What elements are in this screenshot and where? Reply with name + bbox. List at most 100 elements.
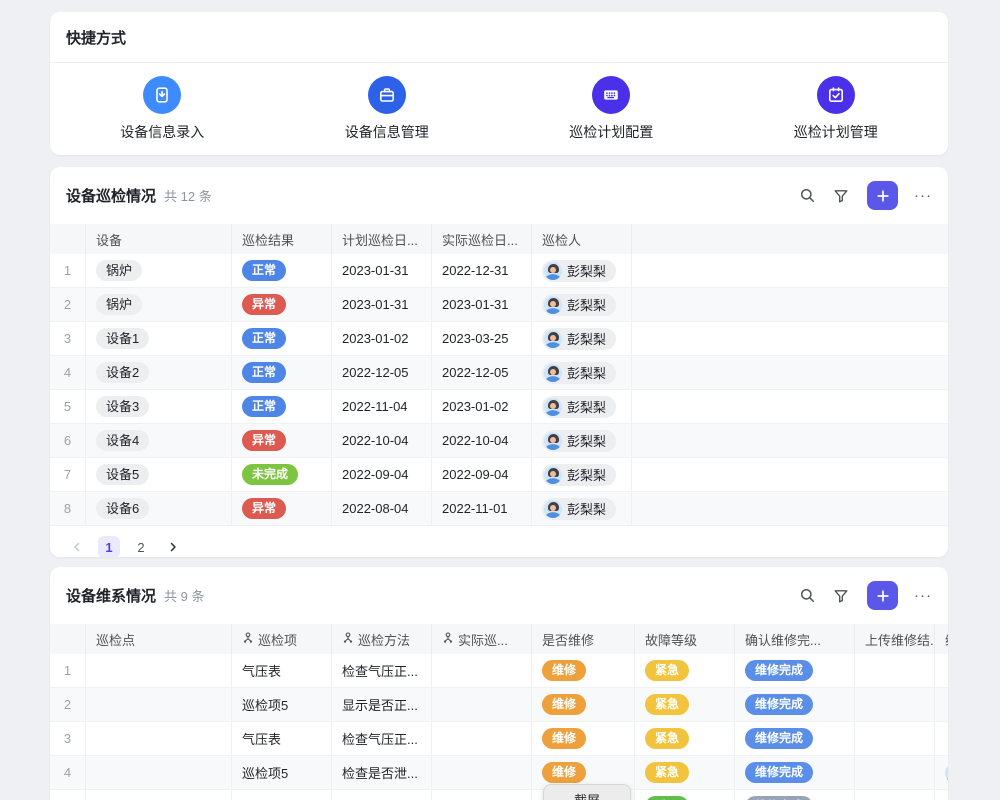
actual-date-cell[interactable]: 2023-01-02 bbox=[432, 390, 532, 423]
table-row[interactable]: 4设备2正常2022-12-052022-12-05彭梨梨 bbox=[50, 356, 948, 390]
prev-page-icon[interactable] bbox=[66, 536, 88, 557]
result-cell[interactable]: 异常 bbox=[232, 424, 332, 457]
page-button-1[interactable]: 1 bbox=[98, 536, 120, 557]
device-cell[interactable]: 锅炉 bbox=[86, 288, 232, 321]
upload-cell[interactable] bbox=[855, 756, 935, 789]
more-icon[interactable]: ··· bbox=[914, 186, 932, 206]
planned-date-cell[interactable]: 2022-08-04 bbox=[332, 492, 432, 525]
table-row[interactable]: 5巡检项5显示是否正...维修重要维修完成 bbox=[50, 790, 948, 800]
device-cell[interactable]: 设备1 bbox=[86, 322, 232, 355]
shortcut-device-entry[interactable]: 设备信息录入 bbox=[50, 63, 275, 155]
result-cell[interactable]: 正常 bbox=[232, 322, 332, 355]
confirm-cell[interactable]: 维修完成 bbox=[735, 790, 855, 800]
table-row[interactable]: 3设备1正常2023-01-022023-03-25彭梨梨 bbox=[50, 322, 948, 356]
result-cell[interactable]: 异常 bbox=[232, 288, 332, 321]
maintainer-cell[interactable] bbox=[935, 756, 948, 789]
item-cell[interactable]: 巡检项5 bbox=[232, 756, 332, 789]
inspector-cell[interactable]: 彭梨梨 bbox=[532, 492, 632, 525]
method-cell[interactable]: 检查气压正... bbox=[332, 654, 432, 687]
level-cell[interactable]: 紧急 bbox=[635, 722, 735, 755]
maintainer-cell[interactable] bbox=[935, 722, 948, 755]
search-icon[interactable] bbox=[797, 186, 817, 206]
actual-cell[interactable] bbox=[432, 790, 532, 800]
actual-cell[interactable] bbox=[432, 654, 532, 687]
method-cell[interactable]: 检查是否泄... bbox=[332, 756, 432, 789]
filter-icon[interactable] bbox=[831, 186, 851, 206]
actual-date-cell[interactable]: 2023-01-31 bbox=[432, 288, 532, 321]
table-row[interactable]: 1气压表检查气压正...维修紧急维修完成 bbox=[50, 654, 948, 688]
item-cell[interactable]: 巡检项5 bbox=[232, 688, 332, 721]
level-cell[interactable]: 紧急 bbox=[635, 756, 735, 789]
inspector-cell[interactable]: 彭梨梨 bbox=[532, 322, 632, 355]
result-cell[interactable]: 正常 bbox=[232, 390, 332, 423]
planned-date-cell[interactable]: 2022-12-05 bbox=[332, 356, 432, 389]
upload-cell[interactable] bbox=[855, 654, 935, 687]
point-cell[interactable] bbox=[86, 756, 232, 789]
item-cell[interactable]: 巡检项5 bbox=[232, 790, 332, 800]
shortcut-plan-manage[interactable]: 巡检计划管理 bbox=[724, 63, 949, 155]
device-cell[interactable]: 设备4 bbox=[86, 424, 232, 457]
actual-date-cell[interactable]: 2022-09-04 bbox=[432, 458, 532, 491]
table-row[interactable]: 3气压表检查气压正...维修紧急维修完成 bbox=[50, 722, 948, 756]
actual-date-cell[interactable]: 2022-12-31 bbox=[432, 254, 532, 287]
device-cell[interactable]: 锅炉 bbox=[86, 254, 232, 287]
planned-date-cell[interactable]: 2023-01-31 bbox=[332, 288, 432, 321]
table-row[interactable]: 6设备4异常2022-10-042022-10-04彭梨梨 bbox=[50, 424, 948, 458]
confirm-cell[interactable]: 维修完成 bbox=[735, 722, 855, 755]
table-row[interactable]: 1锅炉正常2023-01-312022-12-31彭梨梨 bbox=[50, 254, 948, 288]
upload-cell[interactable] bbox=[855, 722, 935, 755]
confirm-cell[interactable]: 维修完成 bbox=[735, 688, 855, 721]
upload-cell[interactable] bbox=[855, 790, 935, 800]
point-cell[interactable] bbox=[86, 790, 232, 800]
table-row[interactable]: 4巡检项5检查是否泄...维修紧急维修完成 bbox=[50, 756, 948, 790]
result-cell[interactable]: 正常 bbox=[232, 356, 332, 389]
device-cell[interactable]: 设备3 bbox=[86, 390, 232, 423]
method-cell[interactable]: 显示是否正... bbox=[332, 688, 432, 721]
add-record-button[interactable] bbox=[867, 181, 898, 210]
planned-date-cell[interactable]: 2022-10-04 bbox=[332, 424, 432, 457]
table-row[interactable]: 2锅炉异常2023-01-312023-01-31彭梨梨 bbox=[50, 288, 948, 322]
inspector-cell[interactable]: 彭梨梨 bbox=[532, 424, 632, 457]
planned-date-cell[interactable]: 2022-11-04 bbox=[332, 390, 432, 423]
repair-cell[interactable]: 维修 bbox=[532, 722, 635, 755]
next-page-icon[interactable] bbox=[162, 536, 184, 557]
device-cell[interactable]: 设备6 bbox=[86, 492, 232, 525]
point-cell[interactable] bbox=[86, 688, 232, 721]
level-cell[interactable]: 重要 bbox=[635, 790, 735, 800]
shortcut-device-manage[interactable]: 设备信息管理 bbox=[275, 63, 500, 155]
actual-cell[interactable] bbox=[432, 688, 532, 721]
device-cell[interactable]: 设备2 bbox=[86, 356, 232, 389]
actual-cell[interactable] bbox=[432, 756, 532, 789]
planned-date-cell[interactable]: 2022-09-04 bbox=[332, 458, 432, 491]
upload-cell[interactable] bbox=[855, 688, 935, 721]
result-cell[interactable]: 异常 bbox=[232, 492, 332, 525]
level-cell[interactable]: 紧急 bbox=[635, 688, 735, 721]
table-row[interactable]: 8设备6异常2022-08-042022-11-01彭梨梨 bbox=[50, 492, 948, 526]
device-cell[interactable]: 设备5 bbox=[86, 458, 232, 491]
add-record-button[interactable] bbox=[867, 581, 898, 610]
method-cell[interactable]: 检查气压正... bbox=[332, 722, 432, 755]
actual-date-cell[interactable]: 2022-12-05 bbox=[432, 356, 532, 389]
level-cell[interactable]: 紧急 bbox=[635, 654, 735, 687]
result-cell[interactable]: 正常 bbox=[232, 254, 332, 287]
actual-date-cell[interactable]: 2022-11-01 bbox=[432, 492, 532, 525]
inspector-cell[interactable]: 彭梨梨 bbox=[532, 288, 632, 321]
inspector-cell[interactable]: 彭梨梨 bbox=[532, 356, 632, 389]
page-button-2[interactable]: 2 bbox=[130, 536, 152, 557]
maintainer-cell[interactable] bbox=[935, 688, 948, 721]
filter-icon[interactable] bbox=[831, 586, 851, 606]
actual-cell[interactable] bbox=[432, 722, 532, 755]
item-cell[interactable]: 气压表 bbox=[232, 722, 332, 755]
repair-cell[interactable]: 维修 bbox=[532, 654, 635, 687]
search-icon[interactable] bbox=[797, 586, 817, 606]
table-row[interactable]: 5设备3正常2022-11-042023-01-02彭梨梨 bbox=[50, 390, 948, 424]
inspector-cell[interactable]: 彭梨梨 bbox=[532, 254, 632, 287]
item-cell[interactable]: 气压表 bbox=[232, 654, 332, 687]
actual-date-cell[interactable]: 2022-10-04 bbox=[432, 424, 532, 457]
confirm-cell[interactable]: 维修完成 bbox=[735, 654, 855, 687]
confirm-cell[interactable]: 维修完成 bbox=[735, 756, 855, 789]
inspector-cell[interactable]: 彭梨梨 bbox=[532, 390, 632, 423]
maintainer-cell[interactable] bbox=[935, 790, 948, 800]
shortcut-plan-config[interactable]: 巡检计划配置 bbox=[499, 63, 724, 155]
table-row[interactable]: 2巡检项5显示是否正...维修紧急维修完成 bbox=[50, 688, 948, 722]
